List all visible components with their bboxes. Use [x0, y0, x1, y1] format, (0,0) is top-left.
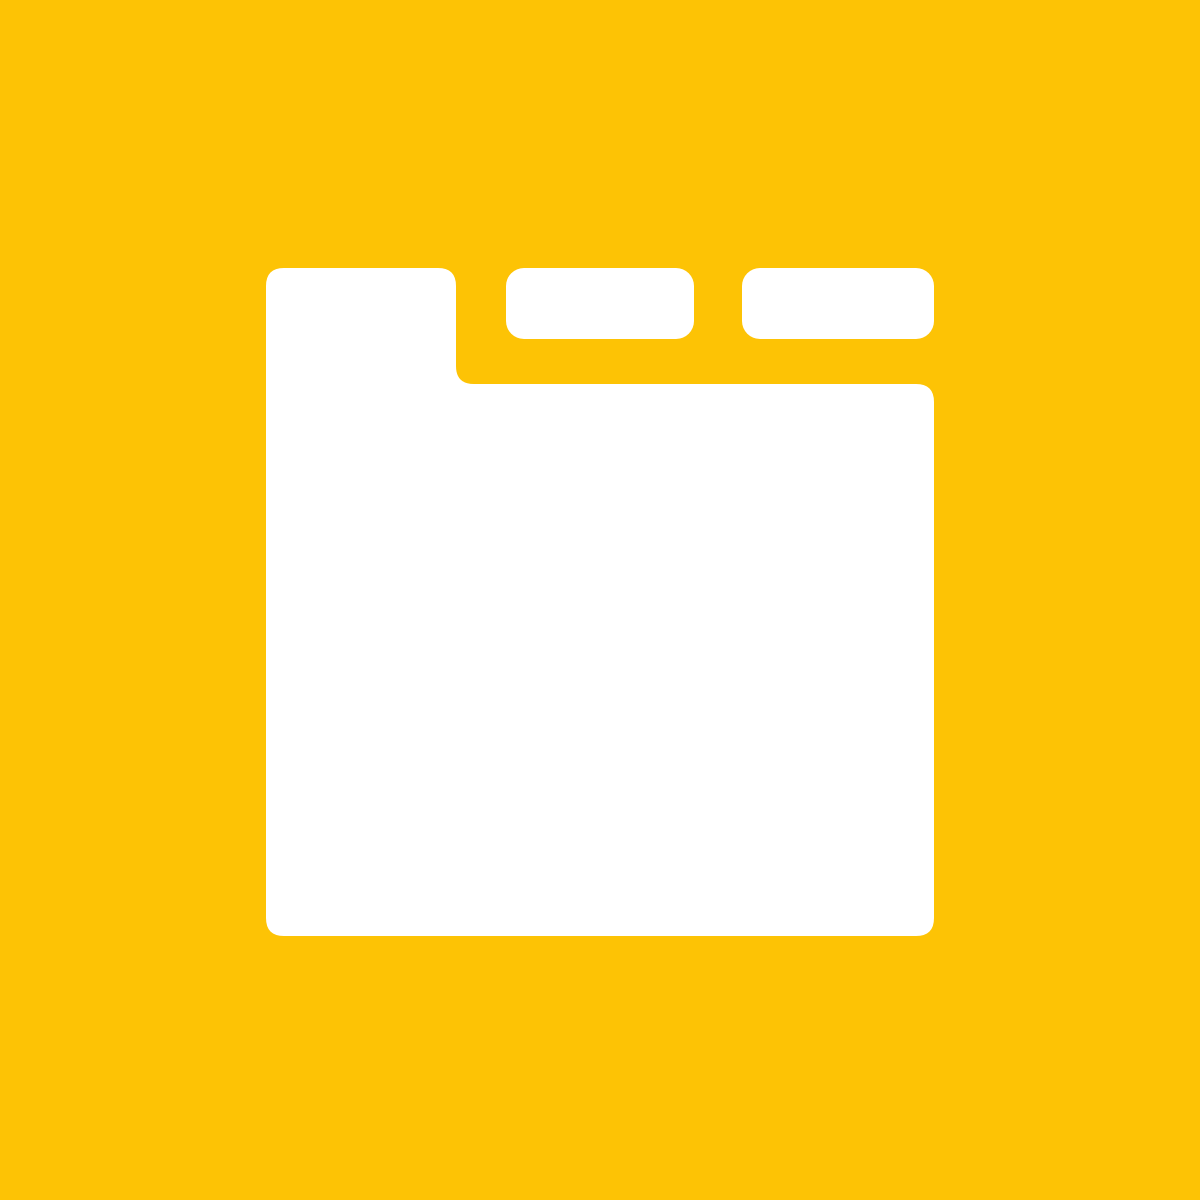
inactive-tab-3 — [742, 268, 934, 339]
inactive-tab-2 — [506, 268, 694, 339]
window-body-with-active-tab — [266, 268, 934, 936]
tabbed-window-icon — [266, 268, 934, 936]
icon-background — [0, 0, 1200, 1200]
